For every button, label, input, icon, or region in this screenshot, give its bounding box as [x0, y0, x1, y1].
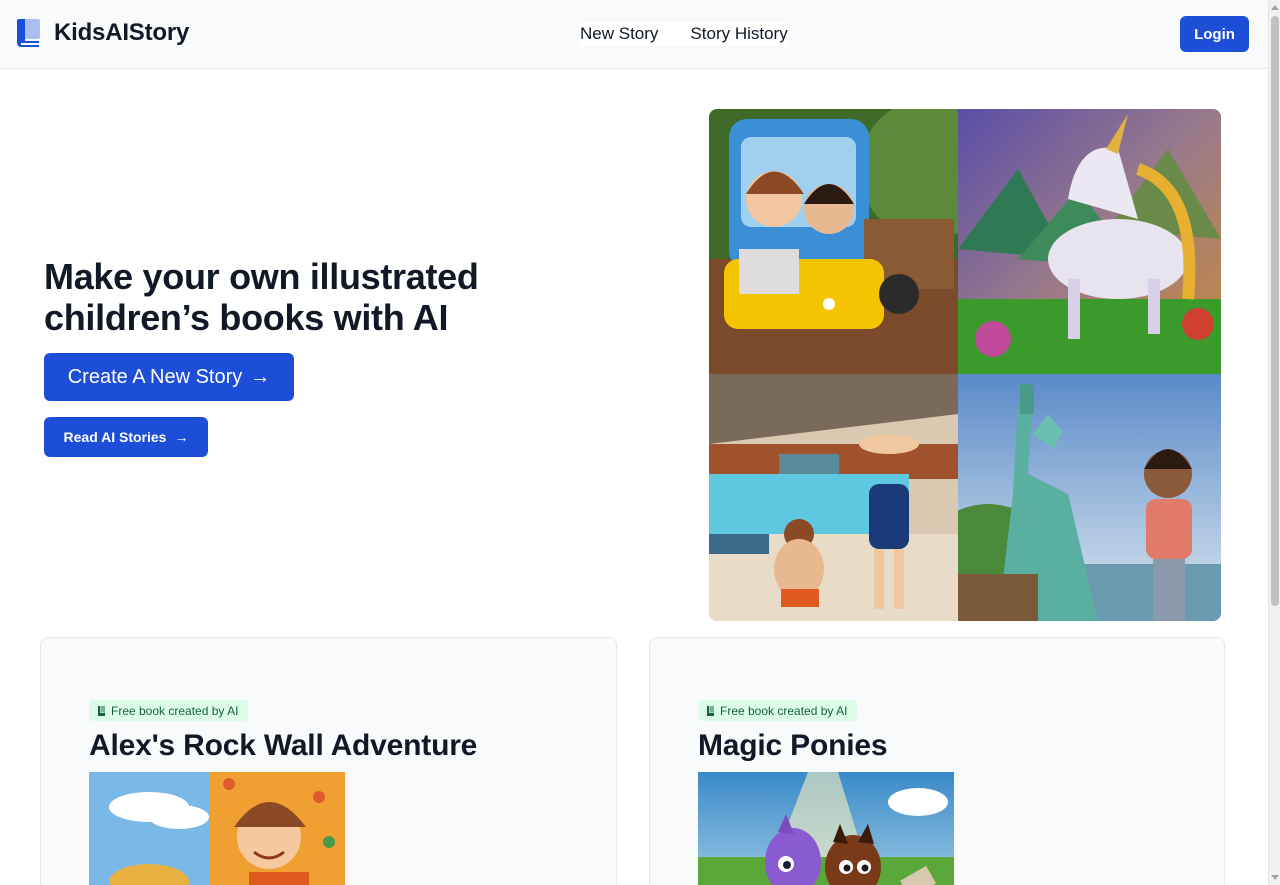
ai-badge: Free book created by AI: [89, 700, 249, 721]
create-story-label: Create A New Story: [67, 365, 243, 388]
hero-title: Make your own illustrated children’s boo…: [44, 256, 479, 338]
page-scrollbar[interactable]: [1268, 0, 1280, 885]
book-logo-icon: [17, 19, 40, 47]
brand-link[interactable]: KidsAIStory: [16, 17, 189, 49]
story-cover-image[interactable]: [698, 772, 954, 885]
nav-new-story[interactable]: New Story: [580, 22, 658, 46]
hero-collage: [709, 109, 1221, 621]
unicorn-image: [958, 109, 1221, 374]
arrow-right-icon: →: [250, 365, 271, 388]
login-button[interactable]: Login: [1180, 16, 1249, 52]
ai-badge-label: Free book created by AI: [720, 703, 848, 718]
liberty-image: [958, 374, 1221, 621]
story-cover-image[interactable]: [89, 772, 345, 885]
scrollbar-thumb[interactable]: [1271, 16, 1279, 606]
main-nav: New Story Story History: [580, 22, 788, 46]
nav-story-history[interactable]: Story History: [690, 22, 787, 46]
ai-badge: Free book created by AI: [698, 700, 858, 721]
story-title[interactable]: Magic Ponies: [698, 729, 888, 763]
book-icon: [98, 705, 105, 716]
create-story-button[interactable]: Create A New Story →: [44, 353, 294, 401]
read-stories-button[interactable]: Read AI Stories →: [44, 417, 208, 457]
read-stories-label: Read AI Stories: [63, 429, 167, 445]
book-icon: [707, 705, 714, 716]
arrow-right-icon: →: [174, 429, 189, 445]
top-header: KidsAIStory New Story Story History Logi…: [0, 0, 1268, 69]
pool-kids-image: [709, 374, 958, 621]
story-card[interactable]: Free book created by AI Magic Ponies: [649, 637, 1225, 885]
kids-truck-image: [709, 109, 958, 374]
scroll-up-arrow-icon[interactable]: [1271, 5, 1279, 10]
brand-name: KidsAIStory: [54, 19, 190, 46]
story-card[interactable]: Free book created by AI Alex's Rock Wall…: [40, 637, 617, 885]
story-title[interactable]: Alex's Rock Wall Adventure: [89, 729, 477, 763]
scroll-down-arrow-icon[interactable]: [1271, 875, 1279, 880]
ai-badge-label: Free book created by AI: [111, 703, 239, 718]
